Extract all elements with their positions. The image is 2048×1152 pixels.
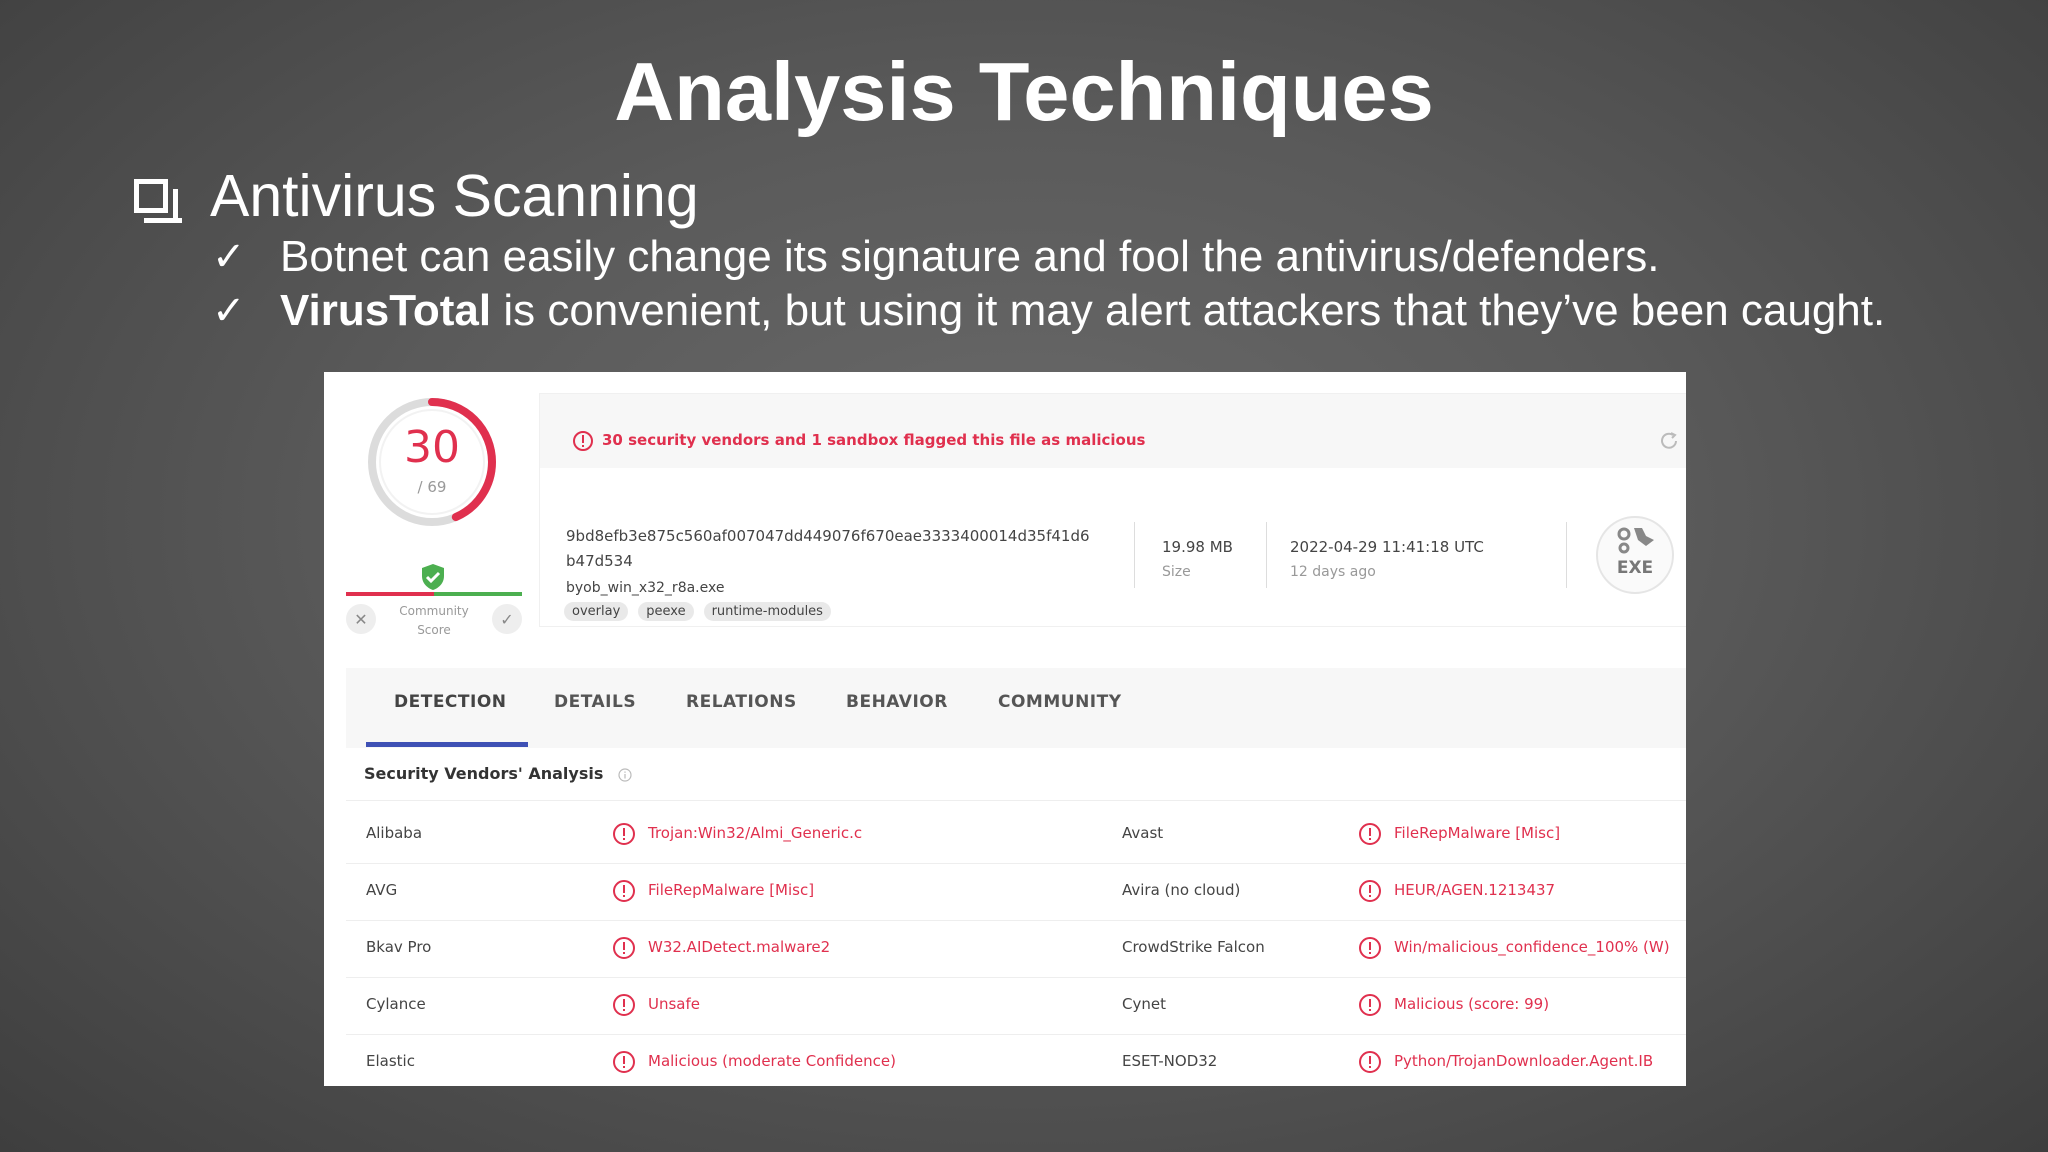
malicious-alert-icon [612, 879, 636, 903]
sub-bullet-rest: is convenient, but using it may alert at… [491, 286, 1886, 335]
sub-bullet-text: Botnet can easily change its signature a… [280, 232, 1660, 281]
detection-result: HEUR/AGEN.1213437 [1394, 881, 1556, 899]
section-title: Security Vendors' Analysis [364, 764, 604, 783]
detection-result: Win/malicious_confidence_100% (W) [1394, 938, 1670, 956]
file-name: byob_win_x32_r8a.exe [566, 580, 725, 596]
divider [1266, 522, 1267, 588]
checkmark-icon: ✓ [212, 234, 246, 280]
tab-bar: DETECTION DETAILS RELATIONS BEHAVIOR COM… [346, 668, 1686, 748]
detection-result: Malicious (moderate Confidence) [648, 1052, 896, 1070]
vote-harmful-button[interactable]: ✕ [346, 604, 376, 634]
score-value: 30 [404, 422, 460, 473]
detection-result: Python/TrojanDownloader.Agent.IB [1394, 1052, 1654, 1070]
malicious-alert-icon [1358, 1050, 1382, 1074]
table-row: Cylance Unsafe Cynet Malicious (score: 99) [346, 977, 1686, 1034]
tab-relations[interactable]: RELATIONS [686, 668, 797, 748]
info-icon[interactable] [618, 768, 632, 782]
tab-behavior[interactable]: BEHAVIOR [846, 668, 948, 748]
tag-overlay[interactable]: overlay [564, 602, 629, 621]
detection-result: FileRepMalware [Misc] [648, 881, 815, 899]
vendor-name: Bkav Pro [366, 938, 432, 956]
malicious-alert-icon [1358, 936, 1382, 960]
vendor-name: Avast [1122, 824, 1164, 842]
active-tab-indicator [366, 742, 528, 747]
community-score-label: Community Score [399, 604, 469, 637]
file-hash[interactable]: 9bd8efb3e875c560af007047dd449076f670eae3… [566, 524, 1126, 574]
malicious-alert-icon [1358, 993, 1382, 1017]
bullet-text: Antivirus Scanning [210, 163, 699, 229]
vendor-name: Alibaba [366, 824, 423, 842]
scan-date-value: 2022-04-29 11:41:18 UTC [1290, 538, 1484, 556]
file-tags: overlay peexe runtime-modules [564, 602, 831, 621]
tag-runtime-modules[interactable]: runtime-modules [703, 602, 831, 621]
malicious-alert-icon [612, 993, 636, 1017]
score-total: / 69 [417, 478, 447, 496]
vendor-name: Avira (no cloud) [1122, 881, 1241, 899]
table-row: Bkav Pro W32.AIDetect.malware2 CrowdStrike… [346, 920, 1686, 977]
checkbox-bullet-icon [134, 179, 182, 223]
detection-score-gauge: 30 / 69 [362, 392, 502, 532]
alert-bar: 30 security vendors and 1 sandbox flagge… [540, 394, 1686, 468]
tab-detection[interactable]: DETECTION [394, 668, 507, 748]
malicious-alert-icon [612, 1050, 636, 1074]
sub-bullet-signature: ✓ Botnet can easily change its signature… [212, 228, 1660, 286]
alert-circle-icon [573, 431, 593, 451]
file-info-box: 30 security vendors and 1 sandbox flagge… [540, 394, 1686, 626]
divider [346, 800, 1686, 801]
malicious-alert-icon [1358, 822, 1382, 846]
sub-bullet-virustotal: ✓ VirusTotal is convenient, but using it… [212, 282, 1885, 340]
vote-harmless-button[interactable]: ✓ [492, 604, 522, 634]
virustotal-screenshot: 30 / 69 ✕ Community Score ✓ 30 security … [324, 372, 1686, 1086]
shield-check-icon [422, 564, 444, 590]
vendor-name: ESET-NOD32 [1122, 1052, 1218, 1070]
detection-result: Trojan:Win32/Almi_Generic.c [648, 824, 863, 842]
table-row: Alibaba Trojan:Win32/Almi_Generic.c Avast F… [346, 806, 1686, 863]
tab-details[interactable]: DETAILS [554, 668, 636, 748]
malicious-alert-icon [1358, 879, 1382, 903]
vendor-name: Cylance [366, 995, 426, 1013]
scan-date-relative: 12 days ago [1290, 564, 1376, 580]
malicious-alert-icon [612, 822, 636, 846]
table-row: AVG FileRepMalware [Misc] Avira (no cloud)… [346, 863, 1686, 920]
malicious-alert-icon [612, 936, 636, 960]
alert-message: 30 security vendors and 1 sandbox flagge… [602, 431, 1146, 449]
sub-bullet-text: VirusTotal is convenient, but using it m… [280, 286, 1885, 336]
refresh-icon[interactable] [1658, 430, 1680, 452]
detection-result: Unsafe [648, 995, 701, 1013]
file-size-value: 19.98 MB [1162, 538, 1233, 556]
vendor-name: Cynet [1122, 995, 1166, 1013]
file-size-label: Size [1162, 564, 1191, 580]
divider [1566, 522, 1567, 588]
tab-community[interactable]: COMMUNITY [998, 668, 1122, 748]
gears-icon [1617, 527, 1654, 554]
community-score-bar [346, 592, 522, 596]
detection-result: W32.AIDetect.malware2 [648, 938, 831, 956]
slide-title: Analysis Techniques [614, 45, 1434, 138]
checkmark-icon: ✓ [212, 288, 246, 334]
file-type-label: EXE [1616, 558, 1654, 578]
virustotal-bold: VirusTotal [280, 286, 492, 335]
vendor-name: CrowdStrike Falcon [1122, 938, 1265, 956]
divider [1134, 522, 1135, 588]
table-row: Elastic Malicious (moderate Confidence) ES… [346, 1034, 1686, 1086]
tag-peexe[interactable]: peexe [638, 602, 694, 621]
detection-result: Malicious (score: 99) [1394, 995, 1550, 1013]
vendor-name: AVG [366, 881, 398, 899]
vendor-name: Elastic [366, 1052, 415, 1070]
bullet-antivirus-scanning: Antivirus Scanning [134, 160, 699, 232]
exe-file-type-icon: EXE [1596, 516, 1674, 594]
detection-result: FileRepMalware [Misc] [1394, 824, 1561, 842]
